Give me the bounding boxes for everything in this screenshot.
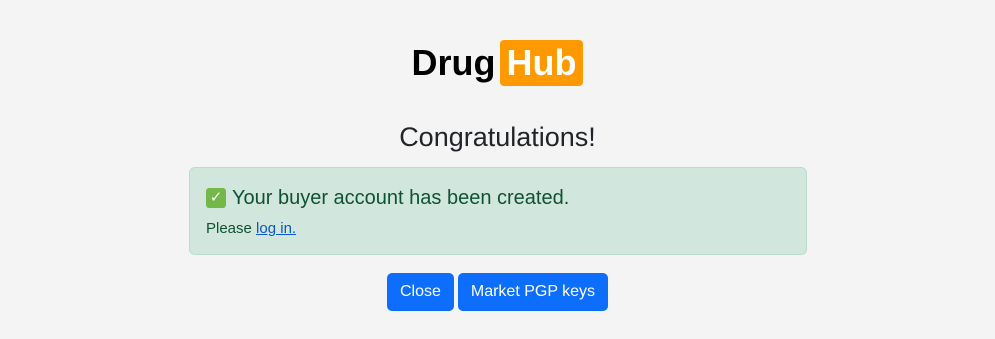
logo-text-drug: Drug (411, 42, 496, 83)
alert-message: Your buyer account has been created. (232, 187, 570, 209)
market-pgp-keys-button[interactable]: Market PGP keys (457, 273, 609, 311)
check-mark-icon: ✓ (206, 188, 226, 208)
action-buttons: Close Market PGP keys (0, 273, 995, 311)
page-title: Congratulations! (399, 122, 596, 152)
close-button[interactable]: Close (386, 273, 454, 311)
alert-message-row: ✓ Your buyer account has been created. (206, 185, 790, 211)
login-link[interactable]: log in. (256, 220, 296, 237)
site-logo: Drug Hub (0, 40, 995, 86)
login-prompt-text: Please (206, 220, 257, 237)
alert-login-prompt: Please log in. (206, 219, 790, 239)
logo-text-hub: Hub (499, 40, 584, 86)
success-alert: ✓ Your buyer account has been created. P… (189, 167, 807, 255)
